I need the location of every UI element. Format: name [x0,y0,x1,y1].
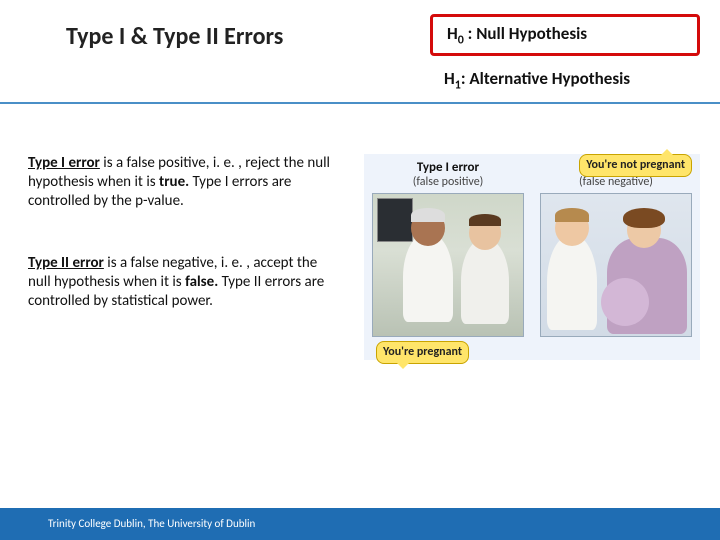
null-hypothesis-box: H0 : Null Hypothesis [430,14,700,56]
text-column: Type I error is a false positive, i. e. … [28,154,338,360]
left-caption-sub: (false positive) [413,175,484,189]
type1-true: true. [159,173,189,191]
h1-text: : Alternative Hypothesis [461,68,630,89]
type2-false: false. [185,273,218,291]
doctor2-hair [469,214,501,226]
type1-paragraph: Type I error is a false positive, i. e. … [28,154,338,210]
speech-bubble-left: You're pregnant [376,341,469,364]
xray-prop [377,198,413,242]
alt-hypothesis-line: H1: Alternative Hypothesis [430,66,714,96]
header: Type I & Type II Errors H0 : Null Hypoth… [0,0,720,104]
scene-type1 [372,193,524,337]
slide-title: Type I & Type II Errors [0,14,350,51]
illustration-panel: Type I error (false positive) You're pre… [364,154,700,360]
footer-text: Trinity College Dublin, The University o… [48,517,255,530]
footer-bar: Trinity College Dublin, The University o… [0,508,720,540]
doctor3-body [547,234,597,330]
type2-lead: Type II error [28,254,104,272]
right-caption-sub: (false negative) [579,175,653,189]
scene-type2 [540,193,692,337]
illustration-right: Type II error (false negative) You're no… [532,154,700,360]
h0-prefix: H [447,23,458,44]
patient-belly [601,278,649,326]
doctor3-hair [555,208,589,222]
h1-prefix: H [444,68,455,89]
hypothesis-column: H0 : Null Hypothesis H1: Alternative Hyp… [350,14,720,97]
speech-bubble-right: You're not pregnant [579,154,692,177]
type2-paragraph: Type II error is a false negative, i. e.… [28,254,338,310]
left-caption-title: Type I error [417,160,479,175]
patient-hair [623,208,665,228]
image-column: Type I error (false positive) You're pre… [338,154,710,360]
illustration-left: Type I error (false positive) You're pre… [364,154,532,360]
doctor1-hair [411,208,445,222]
h0-text: : Null Hypothesis [464,23,587,44]
type1-lead: Type I error [28,154,100,172]
main-content: Type I error is a false positive, i. e. … [0,104,720,360]
doctor2-body [461,238,509,324]
